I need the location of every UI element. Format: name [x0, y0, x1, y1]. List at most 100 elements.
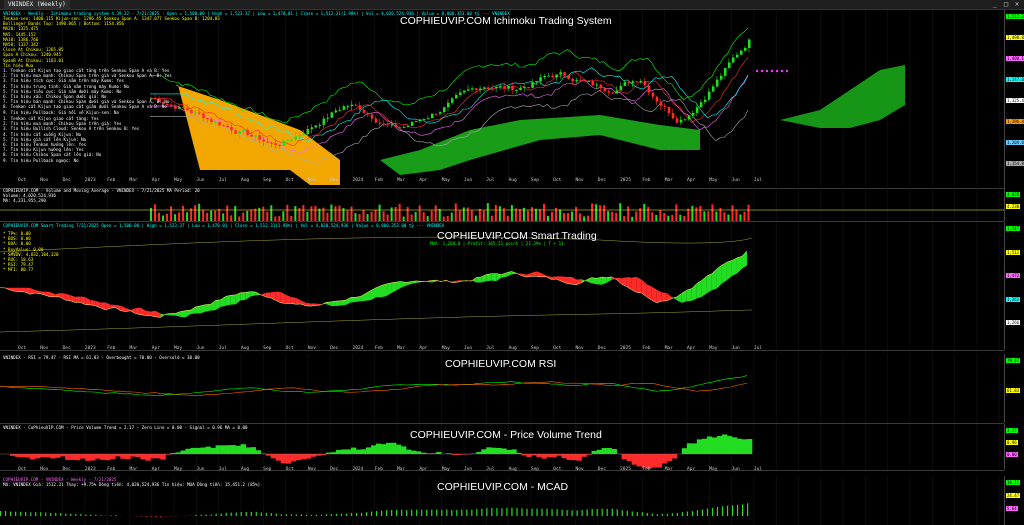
candle-body [342, 106, 346, 110]
band-bottom [0, 309, 753, 333]
smart-trading-pane[interactable]: COPHIEUVIP.COM Smart Trading 7/21/2025 O… [0, 222, 1004, 351]
time-axis-label: May [174, 346, 183, 351]
macd-bar [496, 508, 498, 516]
candle-body [274, 143, 278, 145]
pvt-bar [145, 454, 151, 461]
smart-ribbon [20, 287, 26, 293]
volume-scale[interactable]: 4.02B 4.23B [1004, 188, 1024, 221]
macd-bar [536, 508, 538, 516]
time-axis-label: 2023 [84, 467, 96, 472]
macd-bar [275, 513, 277, 516]
ichimoku-pane[interactable]: VNINDEX - Weekly - Ichimoku trading syst… [0, 10, 1004, 189]
volume-bar [454, 203, 457, 221]
candle-body [735, 54, 739, 58]
pvt-bar [70, 454, 76, 460]
ichimoku-price-scale[interactable]: 1,512.31 1,490.86 1,400.12 1,347.08 1,325.48… [1004, 10, 1024, 188]
time-axis-label: 2025 [620, 467, 631, 472]
candle-body [266, 141, 269, 143]
volume-bar [518, 209, 521, 221]
smart-ribbon [140, 307, 146, 316]
close-button[interactable]: ✕ [1012, 0, 1022, 9]
volume-bar [422, 212, 425, 221]
candle-body [591, 80, 595, 86]
volume-bar [162, 215, 165, 221]
pvt-bar [511, 449, 517, 454]
candle-body [611, 92, 615, 94]
time-axis-lower: Oct Nov Dec 2023 Feb Mar Apr May Jun Jul Aug Sep Oct… [0, 467, 1004, 475]
pvt-bar [681, 448, 688, 454]
smart-ribbon [566, 276, 572, 285]
volume-bar [478, 208, 481, 221]
macd-bar [65, 513, 67, 516]
minimize-button[interactable]: _ [990, 0, 1000, 9]
macd-bar [486, 508, 488, 516]
volume-bar [603, 205, 606, 221]
macd-bar [736, 504, 739, 516]
volume-bar [222, 213, 225, 221]
pvt-bar [696, 439, 703, 454]
candle-body [655, 96, 659, 102]
macd-pane[interactable]: COPHIEUVIP.COM - VNINDEX - Weekly - 7/21… [0, 476, 1004, 525]
smart-ribbon [215, 299, 221, 311]
time-axis-label: Feb [107, 467, 116, 472]
candle-body [382, 123, 386, 125]
candle-body [607, 91, 611, 93]
macd-bar [30, 512, 32, 516]
macd-bar [646, 512, 648, 516]
pvt-bar [45, 454, 51, 458]
candle-body [571, 78, 575, 82]
pvt-scale[interactable]: 2.17 0.96 0.00 [1004, 424, 1024, 470]
candle-body [679, 119, 683, 123]
smart-ribbon [350, 297, 356, 303]
volume-bar [671, 214, 674, 221]
macd-scale[interactable]: 30.11 24.47 5.64 [1004, 476, 1024, 525]
scale-label: 4.02B [1006, 192, 1021, 197]
macd-bar [616, 509, 618, 516]
volume-bar [470, 210, 473, 221]
smart-scale[interactable]: 1,547 1,512 1,472 1,362 1,266 [1004, 222, 1024, 350]
smart-ribbon [85, 297, 91, 305]
time-axis-label: Mar [664, 346, 673, 351]
time-axis-label: Nov [307, 178, 317, 183]
time-axis-label: Apr [151, 346, 160, 351]
volume-bar [494, 205, 497, 221]
volume-bar [747, 204, 750, 221]
volume-bar [370, 211, 373, 221]
time-axis-label: Feb [107, 346, 116, 351]
pvt-bar [30, 454, 36, 460]
time-axis-label: Feb [374, 467, 383, 472]
maximize-button[interactable]: □ [1001, 0, 1011, 9]
macd-bar [546, 508, 548, 516]
macd-bar [671, 513, 673, 516]
pvt-bar [95, 454, 101, 459]
candle-body [515, 89, 518, 91]
time-axis-label: Apr [687, 467, 696, 472]
volume-bar [735, 209, 738, 221]
volume-bar [270, 205, 273, 221]
volume-bar [302, 205, 305, 221]
volume-bar [655, 214, 658, 221]
volume-pane[interactable]: COPHIEUVIP.COM - Volume and Moving Avera… [0, 188, 1004, 222]
time-axis-label: Mar [129, 346, 138, 351]
volume-bar [210, 210, 213, 221]
candle-body [418, 119, 422, 122]
volume-bar [675, 204, 678, 221]
pvt-bar [531, 454, 537, 456]
pvt-pane[interactable]: VNINDEX - CoPhieuVIP.COM - Price Volume … [0, 424, 1004, 471]
time-axis-label: Nov [40, 467, 49, 472]
macd-bar [160, 516, 162, 518]
macd-bar [481, 508, 483, 516]
macd-bar [295, 514, 297, 516]
pvt-bar [195, 447, 201, 454]
chart-tab[interactable]: VNINDEX (Weekly) [4, 0, 70, 9]
rsi-scale[interactable]: 79.47 61.83 [1004, 354, 1024, 423]
pvt-bar [330, 452, 337, 454]
macd-bar [476, 508, 478, 516]
volume-bar [498, 206, 501, 221]
rsi-pane[interactable]: VNINDEX - RSI = 79.47 - RSI MA = 61.83 -… [0, 354, 1004, 424]
candle-body [707, 91, 711, 100]
smart-ribbon [676, 293, 682, 303]
volume-bar [202, 209, 205, 221]
volume-bar [526, 210, 529, 221]
candle-body [366, 112, 370, 115]
